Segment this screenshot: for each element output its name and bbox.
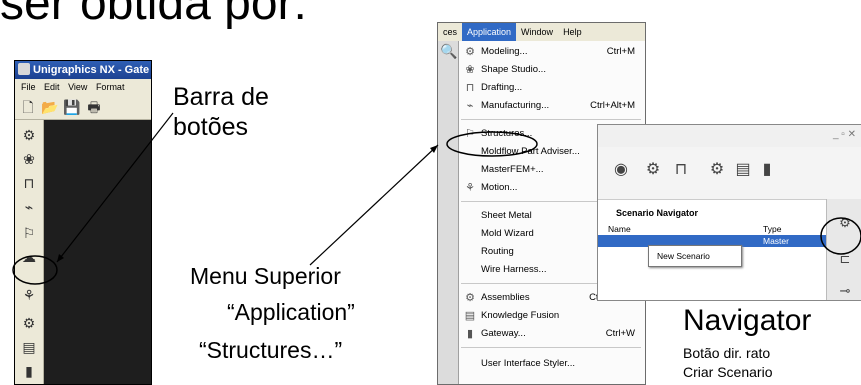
toolbar-highlight-ellipse: [12, 255, 58, 285]
toolbar-callout-line: [56, 112, 174, 263]
structures-highlight-ellipse: [446, 131, 538, 157]
navigator-highlight-ellipse: [820, 217, 861, 255]
callout-overlay: [12, 112, 861, 285]
menu-callout-line: [309, 144, 439, 266]
